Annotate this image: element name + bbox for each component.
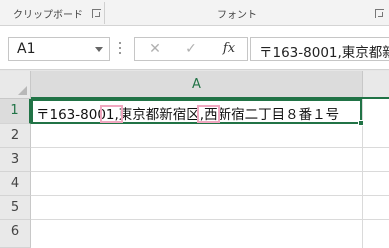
ribbon-group-font-label: フォント	[217, 10, 257, 21]
grid-row[interactable]	[31, 124, 389, 148]
formula-bar-resize-handle[interactable]	[119, 42, 122, 56]
ribbon: クリップボード フォント	[0, 0, 389, 26]
row-header-3[interactable]: 3	[0, 148, 31, 172]
row-header-2[interactable]: 2	[0, 124, 31, 148]
ribbon-group-clipboard-label: クリップボード	[13, 10, 83, 21]
ribbon-group-clipboard: クリップボード	[0, 0, 104, 26]
name-box[interactable]: A1	[8, 37, 110, 61]
excel-window: クリップボード フォント A1 ✕ ✓ fx 〒163-8001,東京都新宿区西…	[0, 0, 389, 248]
fill-handle[interactable]	[358, 120, 364, 126]
row-header-4[interactable]: 4	[0, 172, 31, 196]
name-box-value: A1	[17, 41, 36, 57]
cell-a1-value: 〒163-8001,東京都新宿区,西新宿二丁目８番１号	[36, 107, 340, 123]
formula-buttons: ✕ ✓ fx	[134, 37, 248, 61]
grid-row[interactable]	[31, 148, 389, 172]
row-header-6[interactable]: 6	[0, 220, 31, 248]
column-header-bar: A	[31, 71, 389, 99]
clipboard-dialog-launcher-icon[interactable]	[92, 9, 101, 18]
row-header-5[interactable]: 5	[0, 196, 31, 220]
select-all-button[interactable]	[0, 71, 31, 99]
name-box-dropdown-icon[interactable]	[95, 47, 103, 52]
grid-row[interactable]	[31, 196, 389, 220]
formula-bar: A1 ✕ ✓ fx 〒163-8001,東京都新宿区西新宿二丁目８番１号	[0, 26, 389, 70]
grid-row[interactable]	[31, 220, 389, 248]
enter-icon[interactable]: ✓	[177, 40, 205, 58]
formula-input-value: 〒163-8001,東京都新宿区西新宿二丁目８番１号	[259, 45, 389, 61]
insert-function-button[interactable]: fx	[215, 40, 243, 58]
column-header-a[interactable]: A	[31, 77, 362, 92]
row-header-1[interactable]: 1	[0, 99, 31, 124]
comma-highlight-box-2	[197, 105, 220, 123]
cancel-icon[interactable]: ✕	[141, 40, 169, 58]
grid-row[interactable]	[31, 172, 389, 196]
comma-highlight-box-1	[100, 105, 123, 123]
worksheet: A 1 2 3 4 5 6 〒163-8001,東京都新宿区,西新宿二丁目８番１…	[0, 71, 389, 248]
ribbon-group-font: フォント	[105, 0, 389, 26]
font-dialog-launcher-icon[interactable]	[375, 9, 384, 18]
column-header-b[interactable]	[363, 71, 389, 97]
formula-input[interactable]: 〒163-8001,東京都新宿区西新宿二丁目８番１号	[250, 37, 389, 61]
